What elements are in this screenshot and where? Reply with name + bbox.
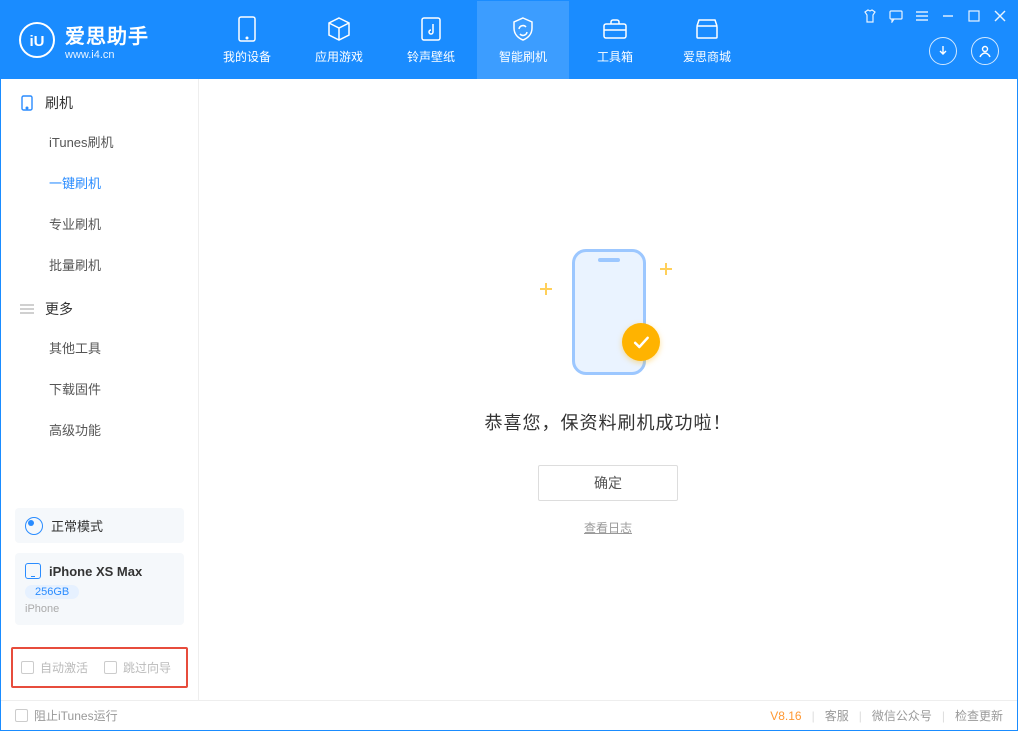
tab-label: 爱思商城 bbox=[683, 48, 731, 65]
app-title: 爱思助手 bbox=[65, 20, 149, 49]
svg-text:iU: iU bbox=[30, 33, 45, 50]
success-message: 恭喜您，保资料刷机成功啦！ bbox=[485, 409, 732, 435]
checkbox-skip-wizard[interactable]: 跳过向导 bbox=[104, 659, 171, 676]
success-illustration bbox=[538, 243, 678, 383]
flash-options-highlighted: 自动激活 跳过向导 bbox=[11, 647, 188, 688]
tab-label: 铃声壁纸 bbox=[407, 48, 455, 65]
tab-apps-games[interactable]: 应用游戏 bbox=[293, 1, 385, 79]
device-mode[interactable]: 正常模式 bbox=[15, 508, 184, 543]
group-title: 刷机 bbox=[45, 93, 73, 113]
tab-label: 我的设备 bbox=[223, 48, 271, 65]
sidebar-item-itunes-flash[interactable]: iTunes刷机 bbox=[1, 121, 198, 162]
checkbox-label: 跳过向导 bbox=[123, 659, 171, 676]
sidebar: 刷机 iTunes刷机 一键刷机 专业刷机 批量刷机 更多 其他工具 下载固件 … bbox=[1, 79, 199, 700]
menu-icon[interactable] bbox=[915, 9, 929, 23]
check-badge-icon bbox=[622, 323, 660, 361]
device-icon bbox=[234, 16, 260, 42]
phone-icon bbox=[19, 95, 35, 111]
toolbox-icon bbox=[602, 16, 628, 42]
logo-area: iU 爱思助手 www.i4.cn bbox=[1, 20, 201, 61]
sidebar-item-advanced[interactable]: 高级功能 bbox=[1, 409, 198, 450]
footer-link-support[interactable]: 客服 bbox=[825, 707, 849, 724]
checkbox-auto-activate[interactable]: 自动激活 bbox=[21, 659, 88, 676]
tab-my-device[interactable]: 我的设备 bbox=[201, 1, 293, 79]
tab-toolbox[interactable]: 工具箱 bbox=[569, 1, 661, 79]
device-name: iPhone XS Max bbox=[49, 564, 142, 579]
tab-label: 应用游戏 bbox=[315, 48, 363, 65]
header-right-actions bbox=[929, 37, 999, 65]
device-type: iPhone bbox=[25, 603, 174, 615]
sparkle-icon bbox=[540, 283, 552, 295]
tshirt-icon[interactable] bbox=[863, 9, 877, 23]
nav-tabs: 我的设备 应用游戏 铃声壁纸 智能刷机 工具箱 爱思商城 bbox=[201, 1, 753, 79]
store-icon bbox=[694, 16, 720, 42]
sparkle-icon bbox=[660, 263, 672, 275]
ok-button[interactable]: 确定 bbox=[538, 465, 678, 501]
cube-icon bbox=[326, 16, 352, 42]
sidebar-item-oneclick-flash[interactable]: 一键刷机 bbox=[1, 162, 198, 203]
checkbox-label: 阻止iTunes运行 bbox=[34, 707, 118, 724]
checkbox-icon bbox=[15, 709, 28, 722]
sidebar-group-more: 更多 bbox=[1, 285, 198, 327]
sidebar-item-batch-flash[interactable]: 批量刷机 bbox=[1, 244, 198, 285]
main-content: 恭喜您，保资料刷机成功啦！ 确定 查看日志 bbox=[199, 79, 1017, 700]
music-file-icon bbox=[418, 16, 444, 42]
user-icon[interactable] bbox=[971, 37, 999, 65]
mode-icon bbox=[25, 517, 43, 535]
sidebar-group-flash: 刷机 bbox=[1, 79, 198, 121]
checkbox-icon bbox=[21, 661, 34, 674]
tab-store[interactable]: 爱思商城 bbox=[661, 1, 753, 79]
group-title: 更多 bbox=[45, 299, 73, 319]
shield-refresh-icon bbox=[510, 16, 536, 42]
feedback-icon[interactable] bbox=[889, 9, 903, 23]
tab-ringtones-wallpapers[interactable]: 铃声壁纸 bbox=[385, 1, 477, 79]
list-icon bbox=[19, 301, 35, 317]
close-icon[interactable] bbox=[993, 9, 1007, 23]
app-logo-icon: iU bbox=[19, 22, 55, 58]
sidebar-item-other-tools[interactable]: 其他工具 bbox=[1, 327, 198, 368]
mode-label: 正常模式 bbox=[51, 516, 103, 535]
header: iU 爱思助手 www.i4.cn 我的设备 应用游戏 铃声壁纸 智能刷机 工具… bbox=[1, 1, 1017, 79]
tab-smart-flash[interactable]: 智能刷机 bbox=[477, 1, 569, 79]
window-controls bbox=[863, 9, 1007, 23]
maximize-icon[interactable] bbox=[967, 9, 981, 23]
sidebar-item-download-firmware[interactable]: 下载固件 bbox=[1, 368, 198, 409]
device-storage: 256GB bbox=[25, 585, 79, 599]
footer-link-check-update[interactable]: 检查更新 bbox=[955, 707, 1003, 724]
footer: 阻止iTunes运行 V8.16 | 客服 | 微信公众号 | 检查更新 bbox=[1, 700, 1017, 730]
app-subtitle: www.i4.cn bbox=[65, 49, 149, 61]
footer-link-wechat[interactable]: 微信公众号 bbox=[872, 707, 932, 724]
view-log-link[interactable]: 查看日志 bbox=[584, 519, 632, 536]
download-icon[interactable] bbox=[929, 37, 957, 65]
device-card[interactable]: iPhone XS Max 256GB iPhone bbox=[15, 553, 184, 625]
device-panel: 正常模式 iPhone XS Max 256GB iPhone bbox=[1, 498, 198, 635]
tab-label: 智能刷机 bbox=[499, 48, 547, 65]
device-icon bbox=[25, 563, 41, 579]
checkbox-label: 自动激活 bbox=[40, 659, 88, 676]
tab-label: 工具箱 bbox=[597, 48, 633, 65]
checkbox-icon bbox=[104, 661, 117, 674]
checkbox-block-itunes[interactable]: 阻止iTunes运行 bbox=[15, 707, 118, 724]
minimize-icon[interactable] bbox=[941, 9, 955, 23]
version-label: V8.16 bbox=[770, 709, 801, 723]
sidebar-item-pro-flash[interactable]: 专业刷机 bbox=[1, 203, 198, 244]
